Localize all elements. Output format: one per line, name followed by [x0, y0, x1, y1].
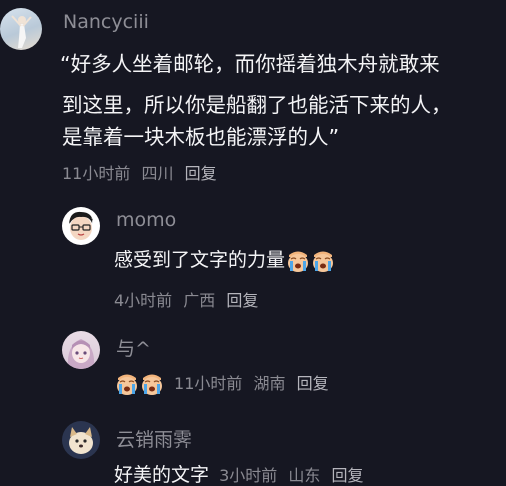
avatar[interactable]	[0, 8, 42, 50]
comment-location: 湖南	[253, 374, 286, 393]
comment-location: 山东	[288, 466, 321, 485]
comment-time: 11小时前	[62, 164, 131, 183]
crying-face-icon	[142, 374, 162, 395]
avatar[interactable]	[62, 207, 100, 245]
comment-time: 4小时前	[114, 291, 173, 310]
avatar-anime-girl-icon	[67, 339, 95, 369]
comment-text: 11小时前 湖南 回复	[114, 370, 331, 396]
reply-button[interactable]: 回复	[297, 374, 329, 393]
comment-username[interactable]: momo	[116, 209, 176, 231]
reply-button[interactable]: 回复	[226, 291, 258, 310]
comment-username[interactable]: 与^	[116, 334, 151, 361]
comment-time: 11小时前	[174, 374, 243, 393]
comment-text-line: 到这里，所以你是船翻了也能活下来的人，	[62, 93, 452, 117]
comment-username[interactable]: Nancyciii	[63, 11, 149, 33]
reply-button[interactable]: 回复	[185, 164, 217, 183]
comment-text-body: 好美的文字	[114, 464, 210, 486]
comment-text: 好美的文字 3小时前 山东 回复	[114, 460, 365, 486]
comment-time: 3小时前	[219, 466, 278, 485]
comment-meta: 11小时前 四川 回复	[62, 160, 223, 184]
crying-face-icon	[313, 251, 334, 272]
comment-meta: 4小时前 广西 回复	[114, 287, 264, 311]
comment-username[interactable]: 云销雨霁	[116, 425, 192, 452]
comment-meta: 3小时前 山东 回复	[219, 466, 369, 485]
crying-face-icon	[117, 374, 137, 395]
comment-thread: Nancyciii “好多人坐着邮轮，而你摇着独木舟就敢来 到这里，所以你是船翻…	[0, 0, 506, 486]
avatar[interactable]	[62, 421, 100, 459]
comment-text: 感受到了文字的力量	[114, 245, 335, 273]
comment-text-body: 感受到了文字的力量	[114, 249, 286, 271]
reply-button[interactable]: 回复	[331, 466, 363, 485]
comment-text-line: 是靠着一块木板也能漂浮的人”	[62, 125, 340, 149]
crying-face-icon	[288, 251, 309, 272]
comment-text-line: “好多人坐着邮轮，而你摇着独木舟就敢来	[60, 52, 440, 76]
avatar-dog-icon	[69, 427, 93, 454]
comment-location: 广西	[183, 291, 216, 310]
avatar[interactable]	[62, 331, 100, 369]
avatar-cartoon-icon	[69, 211, 93, 240]
comment-location: 四川	[141, 164, 174, 183]
avatar-photo-icon	[11, 15, 32, 48]
comment-meta: 11小时前 湖南 回复	[174, 374, 335, 393]
